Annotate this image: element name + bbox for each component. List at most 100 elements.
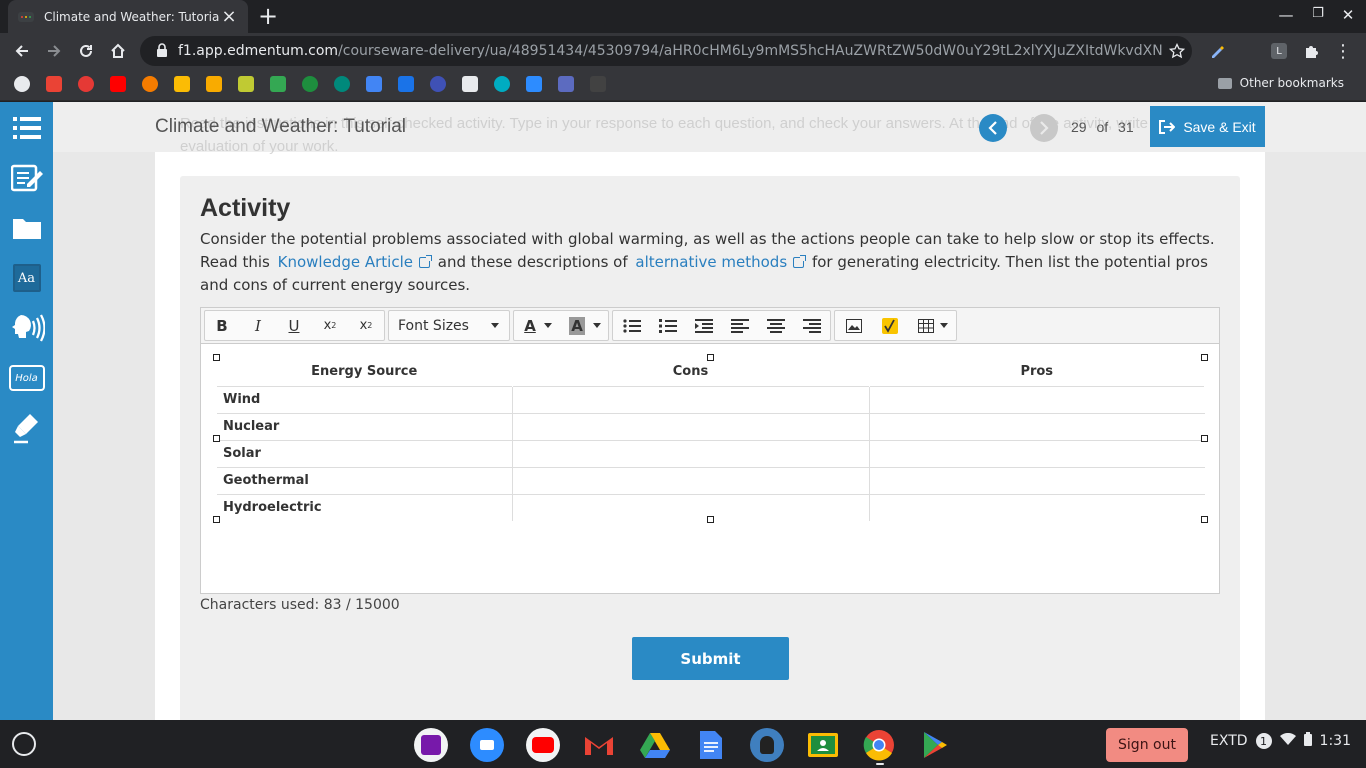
cons-cell[interactable] [512,412,870,440]
next-page-button[interactable] [1030,114,1058,142]
restore-icon[interactable]: ❐ [1306,6,1330,21]
globe-bookmark-icon[interactable] [14,76,30,92]
game-app-icon[interactable] [750,728,784,762]
bullet-list-icon[interactable] [615,311,649,340]
classroom-bookmark-icon[interactable] [238,76,254,92]
text-to-speech-icon[interactable] [0,308,53,348]
pros-cell[interactable] [869,385,1205,413]
zoom-bookmark-icon[interactable] [526,76,542,92]
app-bookmark-icon[interactable] [398,76,414,92]
docs-app-icon[interactable] [694,728,728,762]
onenote-app-icon[interactable] [414,728,448,762]
gmail-bookmark-icon[interactable] [46,76,62,92]
pandora-bookmark-icon[interactable] [142,76,158,92]
extensions-puzzle-icon[interactable] [1298,38,1324,64]
superscript-icon[interactable]: x2 [313,311,347,340]
resize-handle[interactable] [707,354,714,361]
alternative-methods-link[interactable]: alternative methods [632,253,807,271]
meet-bookmark-icon[interactable] [334,76,350,92]
save-exit-button[interactable]: Save & Exit [1150,106,1265,147]
pros-cell[interactable] [869,439,1205,467]
resize-handle[interactable] [1201,435,1208,442]
cons-cell[interactable] [512,439,870,467]
highlighter-extension-icon[interactable] [1204,38,1230,64]
docs-bookmark-icon[interactable] [366,76,382,92]
bold-icon[interactable]: B [205,311,239,340]
sheets-bookmark-icon[interactable] [270,76,286,92]
browser-tab[interactable]: Climate and Weather: Tutorial × [8,0,248,33]
cons-cell[interactable] [512,466,870,494]
energy-source-cell[interactable]: Wind [217,385,513,413]
pros-cell[interactable] [869,493,1205,521]
font-size-select[interactable]: Font Sizes [388,310,510,341]
hangouts-bookmark-icon[interactable] [302,76,318,92]
quizizz-bookmark-icon[interactable] [430,76,446,92]
chrome-menu-icon[interactable]: ⋮ [1330,38,1356,64]
minimize-icon[interactable]: — [1274,6,1298,24]
resize-handle[interactable] [1201,516,1208,523]
close-window-icon[interactable]: ✕ [1336,6,1360,24]
chrome-app-icon[interactable] [862,728,896,762]
energy-source-cell[interactable]: Geothermal [217,466,513,494]
indent-icon[interactable] [687,311,721,340]
pros-cell[interactable] [869,466,1205,494]
home-icon[interactable] [105,38,131,64]
font-color-icon[interactable]: A [516,311,560,340]
play-store-app-icon[interactable] [918,728,952,762]
youtube-bookmark-icon[interactable] [110,76,126,92]
equation-icon[interactable] [873,311,907,340]
resize-handle[interactable] [213,354,220,361]
resize-handle[interactable] [707,516,714,523]
profile-extension-icon[interactable]: L [1266,38,1292,64]
resize-handle[interactable] [213,435,220,442]
energy-source-cell[interactable]: Hydroelectric [217,493,513,521]
forms-bookmark-icon[interactable] [558,76,574,92]
address-bar[interactable]: f1.app.edmentum.com/courseware-delivery/… [140,36,1192,66]
submit-button[interactable]: Submit [632,637,789,680]
highlighter-icon[interactable] [0,408,53,448]
drive-app-icon[interactable] [638,728,672,762]
cons-cell[interactable] [512,385,870,413]
energy-table-container[interactable]: Energy Source Cons Pros Wind Nuclear Sol… [213,354,1208,523]
resize-handle[interactable] [1201,354,1208,361]
gmail-app-icon[interactable] [582,728,616,762]
folder-bookmark-icon[interactable] [174,76,190,92]
energy-source-cell[interactable]: Solar [217,439,513,467]
dictionary-icon[interactable]: Aa [0,258,53,298]
youtube-app-icon[interactable] [526,728,560,762]
bookmark-star-icon[interactable] [1162,43,1192,59]
align-center-icon[interactable] [759,311,793,340]
text-bookmark-icon[interactable] [462,76,478,92]
ixl-bookmark-icon[interactable] [206,76,222,92]
chat-bookmark-icon[interactable] [494,76,510,92]
highlight-icon[interactable]: A [562,311,608,340]
align-left-icon[interactable] [723,311,757,340]
launcher-icon[interactable] [12,732,36,756]
numbered-list-icon[interactable] [651,311,685,340]
translation-icon[interactable]: Hola [0,358,53,398]
subscript-icon[interactable]: x2 [349,311,383,340]
classroom-app-icon[interactable] [806,728,840,762]
resize-handle[interactable] [213,516,220,523]
status-tray[interactable]: EXTD 1 1:31 [1210,732,1351,750]
cons-cell[interactable] [512,493,870,521]
forward-icon[interactable] [41,38,67,64]
table-of-contents-icon[interactable] [0,108,53,148]
reload-icon[interactable] [73,38,99,64]
knowledge-article-link[interactable]: Knowledge Article [275,253,433,271]
notes-icon[interactable] [0,158,53,198]
iheart-bookmark-icon[interactable] [78,76,94,92]
italic-icon[interactable]: I [241,311,275,340]
rich-text-editor[interactable]: B I U x2 x2 Font Sizes A A Energy Source… [200,307,1220,594]
folder-icon[interactable] [0,208,53,248]
edmentum-bookmark-icon[interactable] [590,76,606,92]
energy-source-cell[interactable]: Nuclear [217,412,513,440]
table-icon[interactable] [911,311,955,340]
previous-page-button[interactable] [979,114,1007,142]
other-bookmarks[interactable]: Other bookmarks [1217,76,1344,90]
back-icon[interactable] [9,38,35,64]
image-icon[interactable] [837,311,871,340]
align-right-icon[interactable] [795,311,829,340]
underline-icon[interactable]: U [277,311,311,340]
close-tab-icon[interactable]: × [220,7,238,26]
